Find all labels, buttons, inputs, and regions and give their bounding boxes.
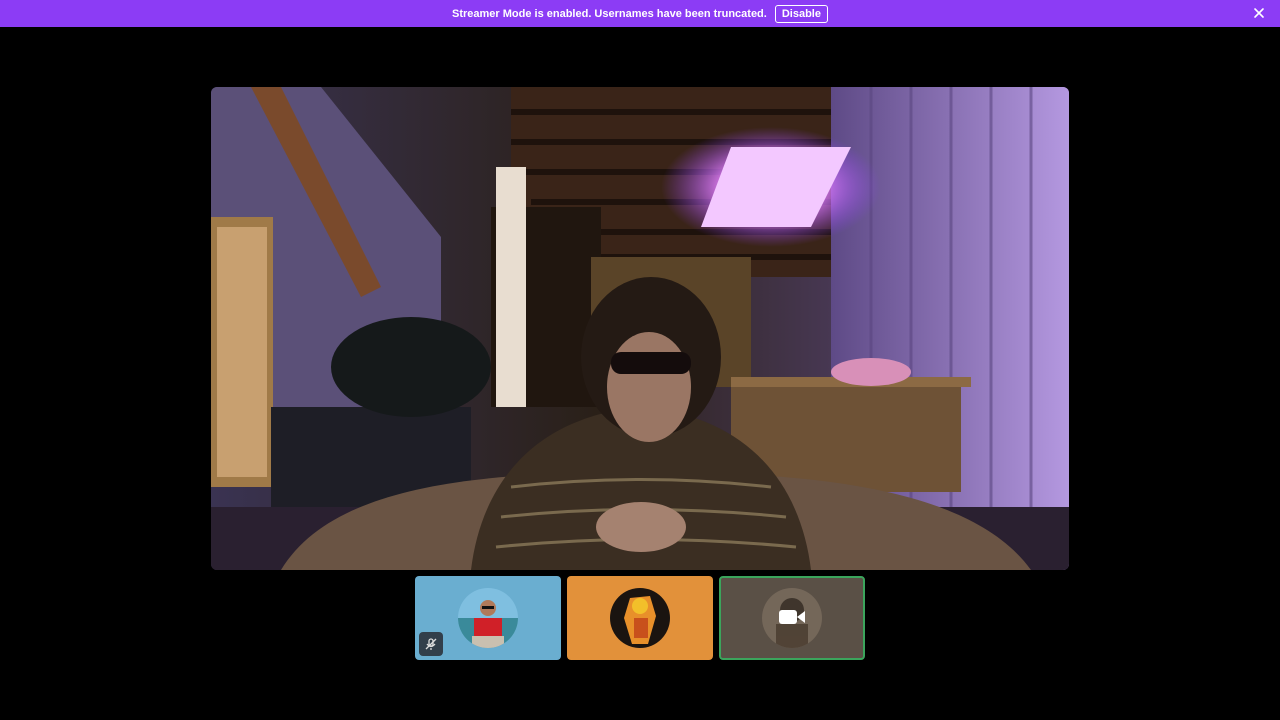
video-camera-icon [779,608,805,631]
participant-tile-selected[interactable] [719,576,865,660]
close-icon[interactable] [1252,6,1266,20]
avatar [610,588,670,648]
streamer-mode-banner: Streamer Mode is enabled. Usernames have… [0,0,1280,27]
mic-muted-icon [419,632,443,656]
streamer-mode-message: Streamer Mode is enabled. Usernames have… [452,7,767,20]
participant-tiles [415,576,865,660]
participant-tile[interactable] [567,576,713,660]
disable-streamer-mode-button[interactable]: Disable [774,4,828,23]
avatar [458,588,518,648]
main-video-stream[interactable] [211,87,1069,570]
participant-tile[interactable] [415,576,561,660]
